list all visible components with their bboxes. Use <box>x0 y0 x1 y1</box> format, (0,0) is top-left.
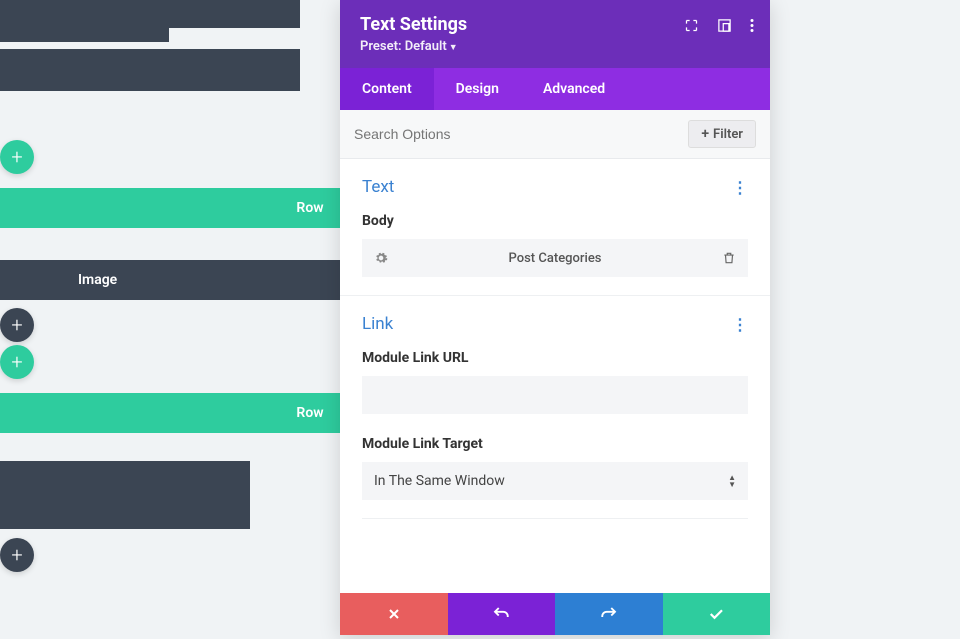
bg-block-right[interactable] <box>0 461 230 529</box>
cancel-button[interactable] <box>340 593 448 635</box>
undo-button[interactable] <box>448 593 556 635</box>
body-label: Body <box>362 213 748 229</box>
section-link-title: Link <box>362 314 393 334</box>
expand-icon[interactable] <box>684 18 699 33</box>
select-arrows-icon: ▲▼ <box>728 474 736 488</box>
modal-preset[interactable]: Preset: Default▼ <box>360 39 750 54</box>
filter-button[interactable]: + Filter <box>688 120 756 148</box>
body-value: Post Categories <box>388 251 722 266</box>
add-green-button-2[interactable]: + <box>0 345 34 379</box>
redo-button[interactable] <box>555 593 663 635</box>
row-label: Row <box>296 200 323 216</box>
check-icon <box>707 605 725 623</box>
url-input[interactable] <box>362 376 748 414</box>
modal-header-icons <box>684 18 754 33</box>
modal-body: Text ⋮ Body Post Categories Link ⋮ Modul… <box>340 159 770 593</box>
image-label: Image <box>78 272 117 288</box>
close-icon <box>386 606 402 622</box>
body-content-row[interactable]: Post Categories <box>362 239 748 277</box>
tab-design[interactable]: Design <box>434 68 521 110</box>
url-label: Module Link URL <box>362 350 748 366</box>
bg-block-3[interactable] <box>0 49 300 91</box>
gear-icon[interactable] <box>374 251 388 265</box>
add-dark-button-1[interactable]: + <box>0 308 34 342</box>
row-label-2: Row <box>296 405 323 421</box>
target-select[interactable]: In The Same Window ▲▼ <box>362 462 748 500</box>
section-link: Link ⋮ Module Link URL Module Link Targe… <box>340 296 770 518</box>
undo-icon <box>492 605 510 623</box>
target-label: Module Link Target <box>362 436 748 452</box>
trash-icon[interactable] <box>722 251 736 265</box>
tab-content[interactable]: Content <box>340 68 434 110</box>
section-link-menu-icon[interactable]: ⋮ <box>732 315 748 334</box>
more-icon[interactable] <box>750 18 754 33</box>
responsive-icon[interactable] <box>717 18 732 33</box>
modal-footer <box>340 593 770 635</box>
settings-modal: Text Settings Preset: Default▼ Content D… <box>340 0 770 635</box>
tab-advanced[interactable]: Advanced <box>521 68 627 110</box>
save-button[interactable] <box>663 593 771 635</box>
section-text-title: Text <box>362 177 394 197</box>
bg-block-2[interactable] <box>0 0 300 28</box>
search-row: + Filter <box>340 110 770 159</box>
section-text-menu-icon[interactable]: ⋮ <box>732 178 748 197</box>
modal-header[interactable]: Text Settings Preset: Default▼ <box>340 0 770 68</box>
add-dark-button-2[interactable]: + <box>0 538 34 572</box>
section-text: Text ⋮ Body Post Categories <box>340 159 770 296</box>
modal-tabs: Content Design Advanced <box>340 68 770 110</box>
redo-icon <box>600 605 618 623</box>
search-input[interactable] <box>354 126 635 142</box>
add-green-button-1[interactable]: + <box>0 140 34 174</box>
